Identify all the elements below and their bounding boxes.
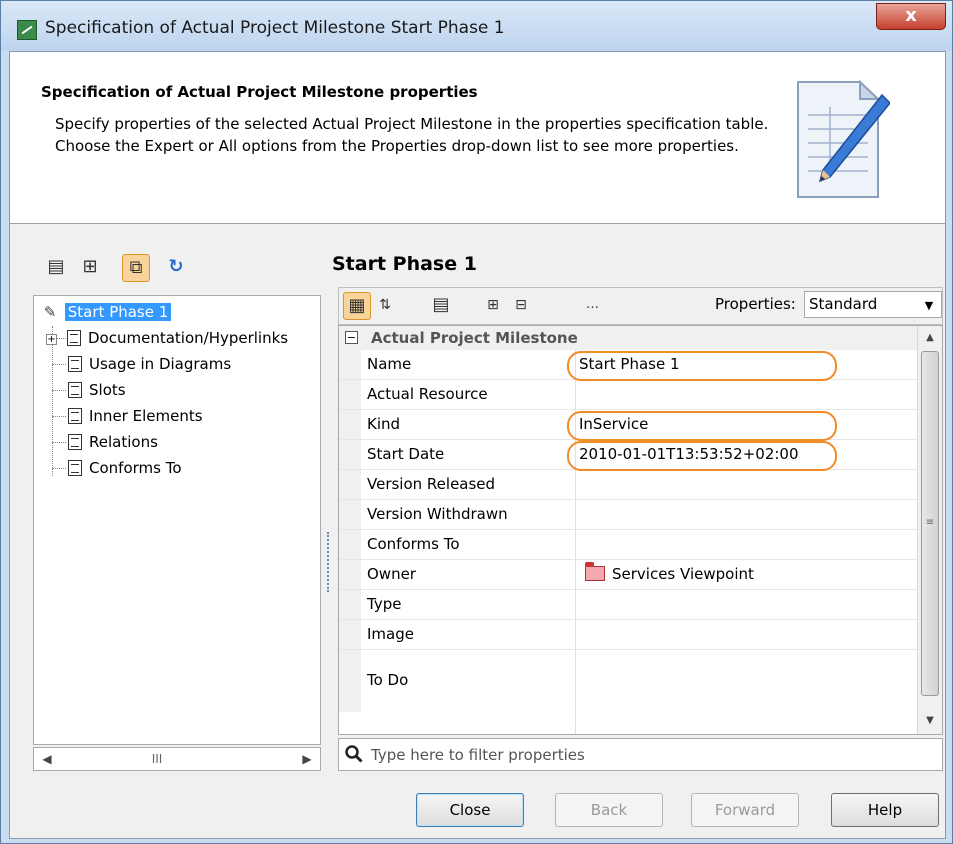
refresh-icon[interactable]: ↻ <box>162 254 190 282</box>
property-row-actual-resource[interactable]: Actual Resource <box>339 380 917 410</box>
page-icon <box>68 408 82 424</box>
back-button[interactable]: Back <box>555 793 663 827</box>
tree-item-label: Relations <box>89 433 158 451</box>
property-name: Start Date <box>367 445 445 463</box>
header-description: Specify properties of the selected Actua… <box>55 115 769 155</box>
tree-horizontal-scrollbar[interactable]: ◀ III ▶ <box>33 747 321 771</box>
property-row-owner[interactable]: Owner Services Viewpoint <box>339 560 917 590</box>
collapse-all-icon[interactable]: ⊟ <box>507 292 535 320</box>
milestone-icon: ✎ <box>43 303 57 321</box>
tree-item-label: Slots <box>89 381 126 399</box>
scroll-right-arrow-icon[interactable]: ▶ <box>298 750 316 768</box>
page-icon <box>68 356 82 372</box>
window-title: Specification of Actual Project Mileston… <box>45 18 505 38</box>
dialog-header: Specification of Actual Project Mileston… <box>10 52 945 224</box>
properties-toolbar: ▦ ⇅ ▤ ⊞ ⊟ … Properties: Standard ▼ <box>338 287 943 325</box>
description-area-icon[interactable]: ▤ <box>427 292 455 320</box>
categorized-view-icon[interactable]: ▦ <box>343 292 371 320</box>
close-button[interactable]: Close <box>416 793 524 827</box>
property-name: Owner <box>367 565 416 583</box>
property-group-label: Actual Project Milestone <box>371 329 578 347</box>
expand-plus-icon: + <box>46 334 57 345</box>
title-bar[interactable]: Specification of Actual Project Mileston… <box>1 1 952 51</box>
list-view-icon[interactable]: ▤ <box>42 254 70 282</box>
collapse-minus-icon[interactable]: − <box>345 331 358 344</box>
forward-button[interactable]: Forward <box>691 793 799 827</box>
package-folder-icon <box>585 562 605 581</box>
property-name: To Do <box>367 671 409 689</box>
tree-item-usage-in-diagrams[interactable]: Usage in Diagrams <box>68 352 231 376</box>
tree-item-documentation[interactable]: + Documentation/Hyperlinks <box>46 326 288 350</box>
help-button[interactable]: Help <box>831 793 939 827</box>
property-name: Kind <box>367 415 401 433</box>
app-icon <box>17 20 37 40</box>
properties-selected-value: Standard <box>809 295 878 313</box>
navigation-pane: ▤ ⊞ ⧉ ↻ ✎ Start Phase 1 + Documentation/H… <box>30 250 321 771</box>
filter-box <box>338 738 943 771</box>
window-close-button[interactable]: x <box>876 3 946 30</box>
scroll-thumb[interactable]: III <box>142 753 172 765</box>
page-icon <box>68 460 82 476</box>
page-icon <box>68 382 82 398</box>
specification-pane: Start Phase 1 ▦ ⇅ ▤ ⊞ ⊟ … Properties: St… <box>332 250 944 771</box>
scroll-up-arrow-icon[interactable]: ▲ <box>922 329 938 347</box>
document-pencil-icon <box>797 79 890 198</box>
property-name: Image <box>367 625 414 643</box>
chevron-down-icon: ▼ <box>924 299 934 312</box>
tree-item-relations[interactable]: Relations <box>68 430 158 454</box>
tree-view-icon[interactable]: ⊞ <box>76 254 104 282</box>
highlight-kind-value <box>567 411 837 441</box>
header-title: Specification of Actual Project Mileston… <box>41 83 478 101</box>
property-name: Name <box>367 355 412 373</box>
tree-item-label: Inner Elements <box>89 407 203 425</box>
property-row-to-do[interactable]: To Do <box>339 650 917 712</box>
spell-check-icon[interactable]: … <box>579 292 607 320</box>
properties-vertical-scrollbar[interactable]: ▲ ≡ ▼ <box>917 326 942 734</box>
tree-item-label: Usage in Diagrams <box>89 355 232 373</box>
tree-item-label: Conforms To <box>89 459 182 477</box>
element-tree[interactable]: ✎ Start Phase 1 + Documentation/Hyperlink… <box>33 295 321 745</box>
sort-alphabetically-icon[interactable]: ⇅ <box>371 292 399 320</box>
scroll-thumb[interactable]: ≡ <box>921 351 939 696</box>
scroll-down-arrow-icon[interactable]: ▼ <box>922 712 938 730</box>
tree-item-inner-elements[interactable]: Inner Elements <box>68 404 203 428</box>
page-icon <box>68 434 82 450</box>
scroll-left-arrow-icon[interactable]: ◀ <box>38 750 56 768</box>
property-row-version-released[interactable]: Version Released <box>339 470 917 500</box>
property-row-version-withdrawn[interactable]: Version Withdrawn <box>339 500 917 530</box>
property-name: Version Released <box>367 475 496 493</box>
filter-properties-input[interactable] <box>371 743 931 767</box>
properties-table: − Actual Project Milestone Name Start Pha… <box>338 325 943 735</box>
page-icon <box>67 330 81 346</box>
pane-splitter[interactable] <box>327 532 330 592</box>
property-value-owner[interactable]: Services Viewpoint <box>585 562 754 583</box>
property-name: Actual Resource <box>367 385 488 403</box>
tree-item-conforms-to[interactable]: Conforms To <box>68 456 182 480</box>
dialog-body: Specification of Actual Project Mileston… <box>9 51 946 839</box>
property-row-image[interactable]: Image <box>339 620 917 650</box>
highlight-name-value <box>567 351 837 381</box>
show-inherited-toggle-icon[interactable]: ⧉ <box>122 254 150 282</box>
property-row-type[interactable]: Type <box>339 590 917 620</box>
tree-root-node[interactable]: ✎ Start Phase 1 <box>40 300 172 324</box>
tree-item-label: Documentation/Hyperlinks <box>88 329 289 347</box>
property-row-conforms-to[interactable]: Conforms To <box>339 530 917 560</box>
property-name: Type <box>367 595 402 613</box>
highlight-start-date-value <box>567 441 837 471</box>
property-name: Version Withdrawn <box>367 505 508 523</box>
spec-title: Start Phase 1 <box>332 253 477 275</box>
properties-label: Properties: <box>715 295 796 313</box>
tree-item-slots[interactable]: Slots <box>68 378 126 402</box>
owner-value-text: Services Viewpoint <box>612 565 754 583</box>
property-group-header[interactable]: − Actual Project Milestone <box>339 326 917 350</box>
tree-root-label: Start Phase 1 <box>64 303 172 321</box>
property-name: Conforms To <box>367 535 460 553</box>
specification-dialog: Specification of Actual Project Mileston… <box>0 0 953 844</box>
properties-dropdown[interactable]: Standard ▼ <box>804 291 942 318</box>
search-icon <box>345 745 363 763</box>
expand-all-icon[interactable]: ⊞ <box>479 292 507 320</box>
